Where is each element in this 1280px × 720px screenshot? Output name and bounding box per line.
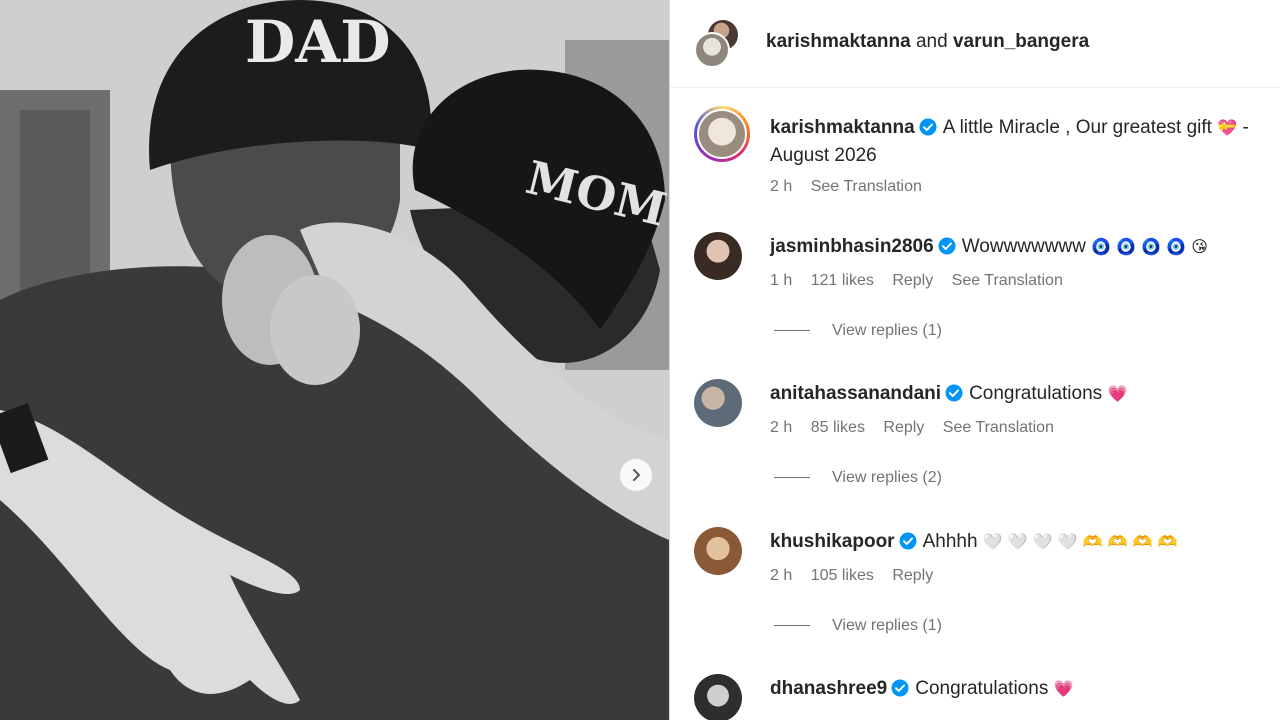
avatar[interactable] bbox=[694, 674, 742, 720]
verified-badge-icon bbox=[899, 532, 917, 550]
verified-badge-icon bbox=[945, 384, 963, 402]
view-replies-label: View replies (1) bbox=[832, 617, 942, 634]
see-translation-link[interactable]: See Translation bbox=[943, 419, 1054, 436]
chevron-right-icon bbox=[633, 469, 640, 481]
comment-meta: 2 h 105 likes Reply bbox=[770, 567, 947, 585]
comment-item: anitahassanandani Congratulations 💗 2 h 8… bbox=[694, 379, 1280, 509]
author-link[interactable]: karishmaktanna bbox=[766, 31, 911, 52]
likes-count[interactable]: 121 likes bbox=[811, 272, 874, 289]
comment-body: khushikapoor Ahhhh 🤍 🤍 🤍 🤍 🫶 🫶 🫶 🫶 bbox=[770, 529, 1280, 555]
comment-emoji: 🤍 🤍 🤍 🤍 🫶 🫶 🫶 🫶 bbox=[982, 532, 1178, 551]
comment-emoji: 💗 bbox=[1107, 384, 1128, 403]
comment-item: jasminbhasin2806 Wowwwwwww 🧿 🧿 🧿 🧿 😘 1 h … bbox=[694, 232, 1280, 362]
comment-text: Ahhhh bbox=[922, 531, 978, 552]
comment-body: jasminbhasin2806 Wowwwwwww 🧿 🧿 🧿 🧿 😘 bbox=[770, 234, 1280, 260]
post-side-panel: karishmaktanna and varun_bangera karishm… bbox=[669, 0, 1280, 720]
view-replies-label: View replies (2) bbox=[832, 469, 942, 486]
caption-line2: August 2026 bbox=[770, 145, 877, 166]
comment-body: dhanashree9 Congratulations 💗 bbox=[770, 676, 1280, 702]
see-translation-link[interactable]: See Translation bbox=[952, 272, 1063, 289]
view-replies-label: View replies (1) bbox=[832, 322, 942, 339]
comment-username[interactable]: khushikapoor bbox=[770, 531, 895, 552]
comment-text: Congratulations bbox=[915, 678, 1049, 699]
dad-cap-label: DAD bbox=[245, 8, 391, 76]
replies-divider bbox=[774, 477, 810, 479]
post-photo: DAD MOM bbox=[0, 0, 669, 720]
likes-count[interactable]: 85 likes bbox=[811, 419, 865, 436]
avatar[interactable] bbox=[694, 527, 742, 575]
avatar[interactable] bbox=[694, 232, 742, 280]
replies-divider bbox=[774, 330, 810, 332]
reply-button[interactable]: Reply bbox=[883, 419, 924, 436]
author-joiner: and bbox=[915, 31, 948, 52]
timestamp: 2 h bbox=[770, 178, 793, 195]
comment-item: dhanashree9 Congratulations 💗 bbox=[694, 674, 1280, 720]
view-replies-button[interactable]: View replies (1) bbox=[774, 617, 942, 635]
caption-meta: 2 h See Translation bbox=[770, 178, 936, 196]
timestamp: 2 h bbox=[770, 567, 793, 584]
comment-meta: 2 h 85 likes Reply See Translation bbox=[770, 419, 1068, 437]
author-link[interactable]: varun_bangera bbox=[953, 31, 1089, 52]
caption-username[interactable]: karishmaktanna bbox=[770, 117, 915, 138]
avatar[interactable] bbox=[694, 106, 750, 162]
timestamp: 2 h bbox=[770, 419, 793, 436]
see-translation-link[interactable]: See Translation bbox=[811, 178, 922, 195]
timestamp: 1 h bbox=[770, 272, 793, 289]
post-caption: karishmaktanna A little Miracle , Our gre… bbox=[694, 106, 1280, 206]
comment-username[interactable]: dhanashree9 bbox=[770, 678, 887, 699]
post-authors: karishmaktanna and varun_bangera bbox=[766, 31, 1089, 53]
couple-photo-illustration: DAD MOM bbox=[0, 0, 669, 720]
comment-emoji: 🧿 🧿 🧿 🧿 😘 bbox=[1091, 237, 1208, 256]
avatar[interactable] bbox=[694, 379, 742, 427]
caption-dash: - bbox=[1242, 117, 1249, 138]
collab-avatars[interactable] bbox=[694, 18, 742, 68]
view-replies-button[interactable]: View replies (1) bbox=[774, 322, 942, 340]
comment-emoji: 💗 bbox=[1053, 679, 1074, 698]
caption-text: karishmaktanna A little Miracle , Our gre… bbox=[770, 114, 1280, 170]
likes-count[interactable]: 105 likes bbox=[811, 567, 874, 584]
verified-badge-icon bbox=[919, 118, 937, 136]
post-header: karishmaktanna and varun_bangera bbox=[670, 0, 1280, 88]
replies-divider bbox=[774, 625, 810, 627]
comment-meta: 1 h 121 likes Reply See Translation bbox=[770, 272, 1077, 290]
avatar bbox=[694, 32, 730, 68]
comment-username[interactable]: jasminbhasin2806 bbox=[770, 236, 934, 257]
next-photo-button[interactable] bbox=[619, 458, 653, 492]
view-replies-button[interactable]: View replies (2) bbox=[774, 469, 942, 487]
reply-button[interactable]: Reply bbox=[892, 272, 933, 289]
comment-item: khushikapoor Ahhhh 🤍 🤍 🤍 🤍 🫶 🫶 🫶 🫶 2 h 10… bbox=[694, 527, 1280, 657]
reply-button[interactable]: Reply bbox=[892, 567, 933, 584]
caption-emoji: 💝 bbox=[1217, 118, 1238, 137]
comment-body: anitahassanandani Congratulations 💗 bbox=[770, 381, 1280, 407]
caption-body: A little Miracle , Our greatest gift bbox=[942, 117, 1212, 138]
comment-text: Congratulations bbox=[969, 383, 1103, 404]
verified-badge-icon bbox=[938, 237, 956, 255]
comment-username[interactable]: anitahassanandani bbox=[770, 383, 941, 404]
verified-badge-icon bbox=[891, 679, 909, 697]
comment-text: Wowwwwwww bbox=[961, 236, 1086, 257]
